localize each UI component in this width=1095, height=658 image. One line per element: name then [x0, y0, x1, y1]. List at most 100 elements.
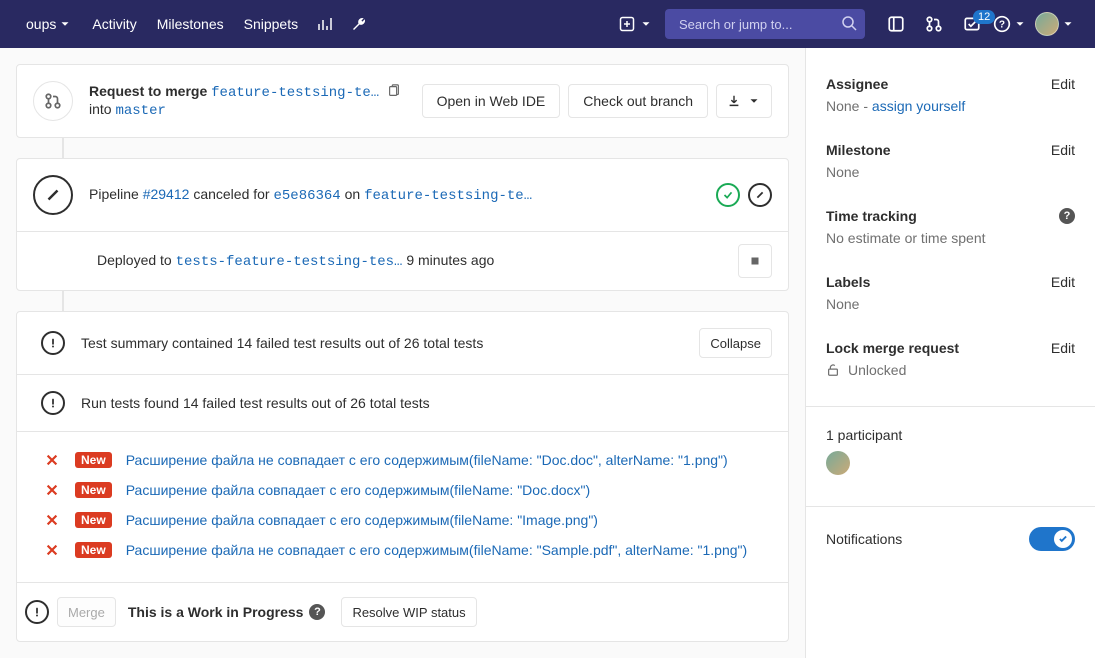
- nav-user[interactable]: [1031, 0, 1079, 48]
- pipeline-on: on: [345, 186, 364, 202]
- nav-left: oups Activity Milestones Snippets: [16, 0, 376, 48]
- warning-circle: [41, 391, 65, 415]
- milestone-value: None: [826, 164, 1075, 180]
- sidebar-participants: 1 participant: [826, 427, 1075, 478]
- unlock-icon: [826, 363, 840, 377]
- copy-icon[interactable]: [387, 84, 401, 98]
- time-value: No estimate or time spent: [826, 230, 1075, 246]
- open-web-ide-button[interactable]: Open in Web IDE: [422, 84, 561, 118]
- svg-text:?: ?: [999, 19, 1005, 30]
- stop-icon: [748, 254, 762, 268]
- sidebar: Assignee Edit None - assign yourself Mil…: [805, 48, 1095, 658]
- test-link[interactable]: Расширение файла совпадает с его содержи…: [126, 512, 598, 528]
- labels-edit[interactable]: Edit: [1051, 274, 1075, 290]
- sidebar-assignee: Assignee Edit None - assign yourself: [826, 76, 1075, 114]
- sidebar-time: Time tracking ? No estimate or time spen…: [826, 208, 1075, 246]
- nav-groups[interactable]: oups: [16, 0, 82, 48]
- deployed-env-link[interactable]: tests-feature-testsing-tes…: [176, 254, 403, 270]
- resolve-wip-button[interactable]: Resolve WIP status: [341, 597, 476, 627]
- warning-icon: [46, 336, 60, 350]
- nav-milestones[interactable]: Milestones: [147, 0, 234, 48]
- source-branch-link[interactable]: feature-testsing-te…: [211, 85, 379, 101]
- new-pill: New: [75, 512, 112, 528]
- chart-icon: [317, 16, 333, 32]
- test-link[interactable]: Расширение файла не совпадает с его соде…: [126, 452, 728, 468]
- participants-label: 1 participant: [826, 427, 1075, 443]
- collapse-button[interactable]: Collapse: [699, 328, 772, 358]
- checkout-branch-button[interactable]: Check out branch: [568, 84, 708, 118]
- summary-text: Test summary contained 14 failed test re…: [81, 335, 683, 351]
- deployed-time: 9 minutes ago: [406, 252, 494, 268]
- nav-merge-requests[interactable]: [917, 0, 951, 48]
- search-input[interactable]: [665, 9, 865, 39]
- merge-text: Request to merge feature-testsing-te… in…: [89, 83, 406, 119]
- sidebar-lock: Lock merge request Edit Unlocked: [826, 340, 1075, 378]
- pipeline-mid: canceled for: [193, 186, 273, 202]
- nav-operations[interactable]: [342, 0, 376, 48]
- sidebar-milestone: Milestone Edit None: [826, 142, 1075, 180]
- wip-text: This is a Work in Progress ?: [128, 604, 326, 620]
- new-pill: New: [75, 542, 112, 558]
- help-icon[interactable]: ?: [1059, 208, 1075, 224]
- merge-icon-circle: [33, 81, 73, 121]
- notifications-label: Notifications: [826, 531, 902, 547]
- assignee-label: Assignee: [826, 76, 888, 92]
- nav-todos[interactable]: 12: [955, 0, 989, 48]
- stop-environment-button[interactable]: [738, 244, 772, 278]
- pipeline-sha-link[interactable]: e5e86364: [273, 188, 340, 204]
- nav-help[interactable]: ?: [993, 0, 1027, 48]
- fail-icon: [45, 453, 61, 467]
- nav-issues[interactable]: [879, 0, 913, 48]
- assign-yourself-link[interactable]: assign yourself: [872, 98, 965, 114]
- pipeline-branch-link[interactable]: feature-testsing-te…: [364, 188, 532, 204]
- warning-circle: [41, 331, 65, 355]
- help-icon: ?: [993, 15, 1011, 33]
- pipeline-label: Pipeline: [89, 186, 143, 202]
- sidebar-labels: Labels Edit None: [826, 274, 1075, 312]
- check-icon: [721, 188, 735, 202]
- into-label: into: [89, 101, 115, 117]
- lock-edit[interactable]: Edit: [1051, 340, 1075, 356]
- new-dropdown[interactable]: [611, 9, 661, 39]
- assignee-none: None -: [826, 98, 872, 114]
- notifications-toggle[interactable]: [1029, 527, 1075, 551]
- stage-canceled[interactable]: [748, 183, 772, 207]
- merge-button: Merge: [57, 597, 116, 627]
- fail-icon: [45, 483, 61, 497]
- milestone-edit[interactable]: Edit: [1051, 142, 1075, 158]
- time-label: Time tracking: [826, 208, 917, 224]
- help-icon[interactable]: ?: [309, 604, 325, 620]
- pipeline-id-link[interactable]: #29412: [143, 186, 190, 202]
- milestone-label: Milestone: [826, 142, 891, 158]
- suite-text: Run tests found 14 failed test results o…: [81, 395, 772, 411]
- download-dropdown[interactable]: [716, 84, 772, 118]
- tests-list[interactable]: New Расширение файла не совпадает с его с…: [17, 431, 788, 582]
- fail-icon: [45, 513, 61, 527]
- nav-snippets[interactable]: Snippets: [234, 0, 308, 48]
- target-branch-link[interactable]: master: [115, 103, 165, 119]
- nav-groups-label: oups: [26, 16, 56, 32]
- connector-line: [62, 291, 64, 311]
- warning-icon: [30, 605, 44, 619]
- plus-square-icon: [619, 16, 635, 32]
- merge-request-icon: [44, 92, 62, 110]
- toggle-knob: [1054, 530, 1072, 548]
- test-link[interactable]: Расширение файла не совпадает с его соде…: [126, 542, 747, 558]
- deployment-row: Deployed to tests-feature-testsing-tes… …: [17, 231, 788, 290]
- assignee-edit[interactable]: Edit: [1051, 76, 1075, 92]
- nav-activity[interactable]: Activity: [82, 0, 146, 48]
- pipeline-text: Pipeline #29412 canceled for e5e86364 on…: [89, 186, 700, 204]
- labels-label: Labels: [826, 274, 870, 290]
- nav-metrics[interactable]: [308, 0, 342, 48]
- merge-prefix: Request to merge: [89, 83, 211, 99]
- search-wrap: [665, 9, 865, 39]
- pipeline-status-circle: [33, 175, 73, 215]
- top-nav: oups Activity Milestones Snippets 12: [0, 0, 1095, 48]
- merge-request-icon: [925, 15, 943, 33]
- canceled-icon: [753, 188, 767, 202]
- participant-avatar[interactable]: [826, 451, 850, 475]
- lock-value: Unlocked: [848, 362, 906, 378]
- chevron-down-icon: [639, 17, 653, 31]
- test-link[interactable]: Расширение файла совпадает с его содержи…: [126, 482, 590, 498]
- stage-success[interactable]: [716, 183, 740, 207]
